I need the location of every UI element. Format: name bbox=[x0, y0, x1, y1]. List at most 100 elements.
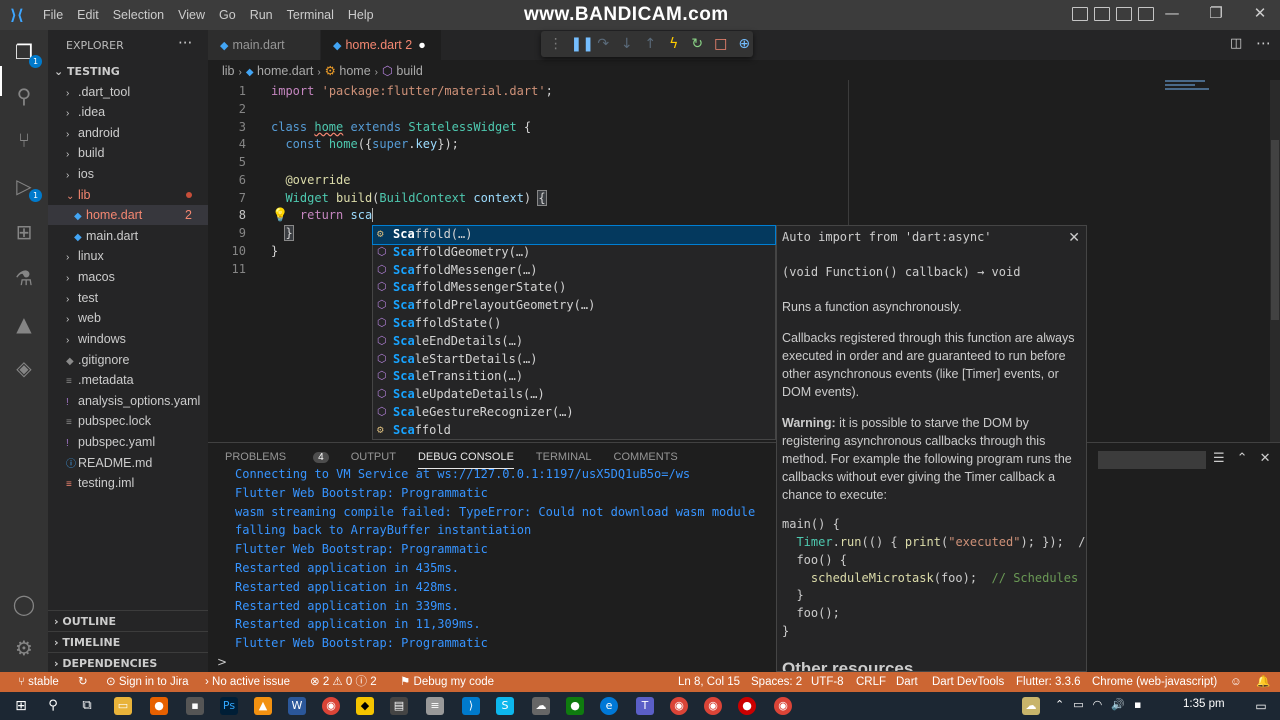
console-filter-input[interactable] bbox=[1098, 451, 1206, 469]
minimap[interactable] bbox=[1165, 80, 1215, 100]
step-into-icon[interactable]: ↓ bbox=[618, 36, 636, 52]
search-icon[interactable]: ⚲ bbox=[44, 697, 62, 715]
app-icon[interactable]: ▤ bbox=[390, 697, 408, 715]
notification-center-icon[interactable]: ▭ bbox=[1252, 697, 1270, 715]
tree-item-macos[interactable]: › macos bbox=[48, 267, 208, 287]
language-icon[interactable]: ▪ bbox=[1134, 698, 1141, 711]
tree-item-readme[interactable]: ⓘ README.md bbox=[48, 453, 208, 473]
app-icon[interactable]: ☁ bbox=[532, 697, 550, 715]
active-issue[interactable]: › No active issue bbox=[205, 672, 290, 692]
tree-item-main-dart[interactable]: ◆ main.dart bbox=[48, 226, 208, 246]
app-icon[interactable]: S bbox=[496, 697, 514, 715]
split-editor-icon[interactable]: ◫ bbox=[1230, 36, 1242, 51]
menu-view[interactable]: View bbox=[171, 8, 212, 22]
tree-item-lib[interactable]: ⌄ lib bbox=[48, 185, 208, 205]
minimize-icon[interactable]: — bbox=[1150, 4, 1194, 22]
console-prompt[interactable]: > bbox=[217, 655, 227, 669]
firefox-icon[interactable]: ● bbox=[150, 697, 168, 715]
cursor-position[interactable]: Ln 8, Col 15 bbox=[678, 672, 740, 692]
menu-selection[interactable]: Selection bbox=[106, 8, 171, 22]
encoding[interactable]: UTF-8 bbox=[811, 672, 844, 692]
chrome-icon[interactable]: ◉ bbox=[670, 697, 688, 715]
menu-file[interactable]: File bbox=[36, 8, 70, 22]
modified-dot-icon[interactable]: ● bbox=[418, 38, 426, 52]
tree-item-dart-tool[interactable]: › .dart_tool bbox=[48, 82, 208, 102]
app-icon[interactable]: ≡ bbox=[426, 697, 444, 715]
jira-signin[interactable]: ⊙ Sign in to Jira bbox=[106, 672, 189, 692]
chrome-icon[interactable]: ◉ bbox=[322, 697, 340, 715]
flutter-version[interactable]: Flutter: 3.3.6 bbox=[1016, 672, 1081, 692]
toggle-panel-icon[interactable] bbox=[1094, 7, 1110, 21]
suggestion-item[interactable]: ⚙ Scaffold(…) bbox=[372, 225, 776, 245]
suggestion-item[interactable]: ⬡ ScaffoldState() bbox=[373, 315, 775, 333]
notifications-icon[interactable]: 🔔 bbox=[1256, 672, 1270, 692]
tree-item-linux[interactable]: › linux bbox=[48, 246, 208, 266]
wifi-icon[interactable]: ◠ bbox=[1093, 698, 1103, 711]
toggle-sidebar-icon[interactable] bbox=[1072, 7, 1088, 21]
tree-item-analysis-options[interactable]: ! analysis_options.yaml bbox=[48, 391, 208, 411]
restore-icon[interactable]: ❐ bbox=[1194, 4, 1238, 22]
weather-icon[interactable]: ☁ bbox=[1022, 697, 1040, 715]
tree-item-testing-iml[interactable]: ≡ testing.iml bbox=[48, 473, 208, 493]
pause-icon[interactable]: ❚❚ bbox=[571, 36, 594, 52]
language-mode[interactable]: Dart bbox=[896, 672, 918, 692]
files-icon[interactable]: ❐ 1 bbox=[12, 40, 42, 68]
file-explorer-icon[interactable]: ▭ bbox=[114, 697, 132, 715]
toggle-secondary-sidebar-icon[interactable] bbox=[1116, 7, 1132, 21]
project-title[interactable]: ⌄ TESTING bbox=[54, 65, 120, 78]
app-icon[interactable]: ◆ bbox=[356, 697, 374, 715]
lightbulb-icon[interactable]: 💡 bbox=[272, 208, 288, 223]
app-icon[interactable]: ▪ bbox=[186, 697, 204, 715]
suggestion-item[interactable]: ⬡ ScaleStartDetails(…) bbox=[373, 351, 775, 369]
devtools-search-icon[interactable]: ⊕ bbox=[736, 36, 754, 52]
feedback-icon[interactable]: ☺ bbox=[1230, 672, 1242, 692]
tree-item-pubspec-lock[interactable]: ≡ pubspec.lock bbox=[48, 411, 208, 431]
suggestion-item[interactable]: ⬡ ScaffoldMessenger(…) bbox=[373, 262, 775, 280]
suggestion-item[interactable]: ⬡ ScaleGestureRecognizer(…) bbox=[373, 404, 775, 422]
problems-status[interactable]: ⊗ 2 ⚠ 0 ⓘ 2 bbox=[310, 672, 377, 692]
app-icon[interactable]: ● bbox=[566, 697, 584, 715]
close-panel-icon[interactable]: ✕ bbox=[1260, 451, 1271, 466]
tree-item-metadata[interactable]: ≡ .metadata bbox=[48, 370, 208, 390]
tray-chevron-icon[interactable]: ⌃ bbox=[1055, 698, 1064, 711]
sync-icon[interactable]: ↻ bbox=[78, 672, 88, 692]
suggestion-item[interactable]: ⬡ ScaleUpdateDetails(…) bbox=[373, 386, 775, 404]
tree-item-home-dart[interactable]: ◆ home.dart 2 bbox=[48, 205, 208, 225]
run-debug-icon[interactable]: ▷ 1 bbox=[12, 174, 42, 202]
outline-section[interactable]: › OUTLINE bbox=[48, 610, 208, 631]
start-icon[interactable]: ⊞ bbox=[12, 697, 30, 715]
breadcrumb-home[interactable]: home bbox=[339, 64, 370, 78]
app-icon[interactable]: ▲ bbox=[254, 697, 272, 715]
step-out-icon[interactable]: ↑ bbox=[642, 36, 660, 52]
tree-item-ios[interactable]: › ios bbox=[48, 164, 208, 184]
tab-home-dart[interactable]: ◆ home.dart 2 ● bbox=[321, 30, 441, 60]
suggestion-item[interactable]: ⚙ Scaffold bbox=[373, 422, 775, 440]
chrome-icon[interactable]: ◉ bbox=[774, 697, 792, 715]
tree-item-android[interactable]: › android bbox=[48, 123, 208, 143]
tab-main-dart[interactable]: ◆ main.dart bbox=[208, 30, 320, 60]
taskbar-clock[interactable]: 1:35 pm bbox=[1183, 698, 1225, 710]
tree-item-pubspec-yaml[interactable]: ! pubspec.yaml bbox=[48, 432, 208, 452]
network-icon[interactable]: ▭ bbox=[1073, 698, 1083, 711]
flutter-icon[interactable]: ▲ bbox=[12, 312, 36, 336]
edge-icon[interactable]: e bbox=[600, 697, 618, 715]
menu-edit[interactable]: Edit bbox=[70, 8, 106, 22]
tree-item-windows[interactable]: › windows bbox=[48, 329, 208, 349]
app-icon[interactable]: T bbox=[636, 697, 654, 715]
bandicam-icon[interactable]: ● bbox=[738, 697, 756, 715]
task-view-icon[interactable]: ⧉ bbox=[78, 697, 96, 715]
menu-run[interactable]: Run bbox=[243, 8, 280, 22]
extensions-icon[interactable]: ⊞ bbox=[12, 220, 36, 244]
tree-item-gitignore[interactable]: ◆ .gitignore bbox=[48, 350, 208, 370]
drag-handle-icon[interactable]: ⋮ bbox=[547, 36, 565, 52]
tree-item-web[interactable]: › web bbox=[48, 308, 208, 328]
breadcrumb-build[interactable]: build bbox=[396, 64, 422, 78]
suggestion-item[interactable]: ⬡ ScaffoldGeometry(…) bbox=[373, 244, 775, 262]
close-window-icon[interactable]: ✕ bbox=[1238, 4, 1280, 22]
breadcrumb-lib[interactable]: lib bbox=[222, 64, 235, 78]
source-control-icon[interactable]: ⑂ bbox=[12, 128, 36, 152]
suggestion-item[interactable]: ⬡ ScaffoldMessengerState() bbox=[373, 279, 775, 297]
menu-go[interactable]: Go bbox=[212, 8, 243, 22]
search-icon[interactable]: ⚲ bbox=[12, 84, 36, 108]
stop-icon[interactable]: □ bbox=[712, 36, 730, 52]
